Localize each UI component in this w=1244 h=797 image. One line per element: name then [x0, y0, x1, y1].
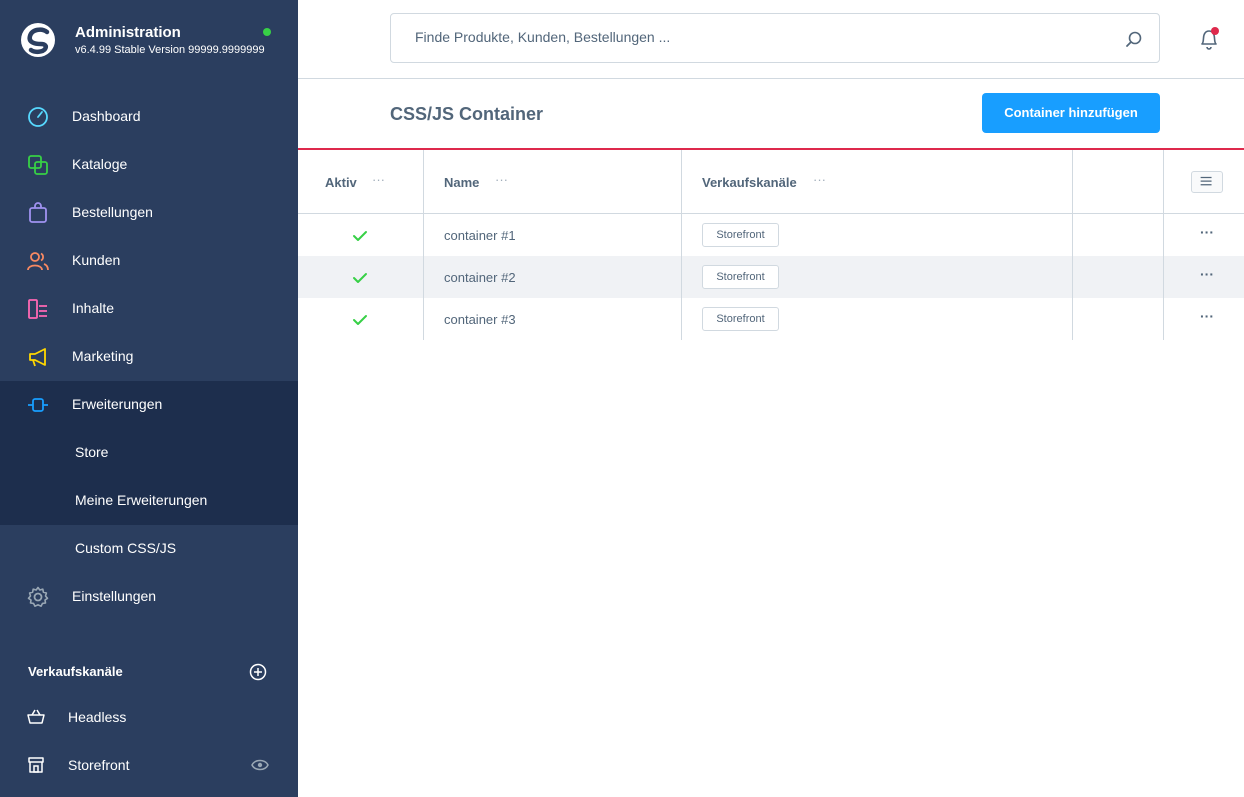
users-icon — [27, 252, 49, 271]
column-header-name[interactable]: Name — [444, 175, 479, 190]
container-name[interactable]: container #1 — [444, 228, 516, 243]
sales-channel-label: Headless — [68, 709, 127, 725]
check-icon — [353, 273, 367, 283]
gear-icon — [27, 586, 49, 607]
plugin-icon — [28, 398, 48, 412]
column-settings-button[interactable] — [1191, 171, 1223, 193]
column-divider — [681, 150, 682, 340]
eye-icon[interactable] — [251, 758, 269, 772]
sidebar-item-label: Erweiterungen — [72, 396, 163, 412]
megaphone-icon — [29, 348, 46, 367]
shopping-bag-icon — [29, 202, 47, 223]
column-menu-icon[interactable]: ··· — [372, 172, 385, 187]
sales-channel-badge: Storefront — [702, 307, 779, 331]
row-actions-button[interactable]: ··· — [1193, 309, 1221, 329]
shopware-logo-icon[interactable] — [20, 22, 56, 58]
column-header-verkaufskanaele[interactable]: Verkaufskanäle — [702, 175, 797, 190]
sidebar-item-label: Marketing — [72, 348, 134, 364]
sidebar-subitem-label: Custom CSS/JS — [75, 540, 177, 556]
sidebar-subitem-label: Meine Erweiterungen — [75, 492, 208, 508]
row-actions-button[interactable]: ··· — [1193, 267, 1221, 287]
check-icon — [353, 315, 367, 325]
catalog-icon — [28, 155, 48, 175]
sidebar-item-marketing[interactable]: Marketing — [0, 333, 298, 381]
sales-channels-header: Verkaufskanäle — [28, 664, 123, 679]
sidebar-item-erweiterungen[interactable]: Erweiterungen — [0, 381, 298, 429]
sidebar-item-kataloge[interactable]: Kataloge — [0, 141, 298, 189]
sidebar-item-einstellungen[interactable]: Einstellungen — [0, 573, 298, 621]
sidebar-item-dashboard[interactable]: Dashboard — [0, 93, 298, 141]
sidebar-item-inhalte[interactable]: Inhalte — [0, 285, 298, 333]
sidebar-item-label: Einstellungen — [72, 588, 157, 604]
sidebar-item-kunden[interactable]: Kunden — [0, 237, 298, 285]
sales-channel-badge: Storefront — [702, 265, 779, 289]
column-menu-icon[interactable]: ··· — [813, 172, 826, 187]
sidebar: Administration v6.4.99 Stable Version 99… — [0, 0, 298, 797]
check-icon — [353, 231, 367, 241]
row-actions-button[interactable]: ··· — [1193, 225, 1221, 245]
sidebar-subitem-custom-css-js[interactable]: Custom CSS/JS — [0, 525, 298, 573]
sidebar-item-label: Bestellungen — [72, 204, 153, 220]
gauge-icon — [28, 107, 48, 127]
global-search[interactable] — [390, 13, 1160, 63]
search-input[interactable] — [415, 29, 1115, 45]
column-menu-icon[interactable]: ··· — [495, 172, 508, 187]
status-indicator — [263, 28, 271, 36]
container-name[interactable]: container #3 — [444, 312, 516, 327]
top-bar — [298, 0, 1244, 79]
smart-bar: CSS/JS Container Container hinzufügen — [298, 79, 1244, 148]
brand-header: Administration v6.4.99 Stable Version 99… — [0, 0, 298, 80]
sidebar-item-label: Inhalte — [72, 300, 115, 316]
page-title: CSS/JS Container — [390, 104, 544, 124]
notification-badge — [1211, 27, 1219, 35]
sales-channel-storefront[interactable]: Storefront — [0, 741, 298, 789]
sidebar-subitem-store[interactable]: Store — [0, 429, 298, 477]
sidebar-item-label: Dashboard — [72, 108, 141, 124]
basket-icon — [27, 709, 45, 724]
sidebar-item-bestellungen[interactable]: Bestellungen — [0, 189, 298, 237]
brand-version: v6.4.99 Stable Version 99999.9999999 — [75, 44, 265, 56]
storefront-icon — [28, 757, 44, 773]
grid-header: Aktiv ··· Name ··· Verkaufskanäle ··· — [298, 150, 1244, 214]
table-row[interactable]: container #3 Storefront ··· — [298, 298, 1244, 340]
list-settings-icon — [1200, 176, 1212, 186]
column-divider — [423, 150, 424, 340]
container-name[interactable]: container #2 — [444, 270, 516, 285]
sidebar-subitem-meine-erweiterungen[interactable]: Meine Erweiterungen — [0, 477, 298, 525]
column-divider — [1072, 150, 1073, 340]
sales-channel-headless[interactable]: Headless — [0, 693, 298, 741]
table-row[interactable]: container #2 Storefront ··· — [298, 256, 1244, 298]
sales-channel-badge: Storefront — [702, 223, 779, 247]
table-row[interactable]: container #1 Storefront ··· — [298, 214, 1244, 256]
content-icon — [28, 299, 47, 319]
column-divider — [1163, 150, 1164, 340]
add-container-button[interactable]: Container hinzufügen — [982, 93, 1160, 133]
sidebar-subitem-label: Store — [75, 444, 109, 460]
sidebar-item-label: Kunden — [72, 252, 121, 268]
add-sales-channel-icon[interactable] — [249, 663, 267, 681]
column-header-aktiv[interactable]: Aktiv — [325, 175, 357, 190]
sales-channel-label: Storefront — [68, 757, 130, 773]
search-icon[interactable] — [1125, 30, 1143, 48]
brand-title: Administration — [75, 24, 181, 41]
sidebar-item-label: Kataloge — [72, 156, 128, 172]
